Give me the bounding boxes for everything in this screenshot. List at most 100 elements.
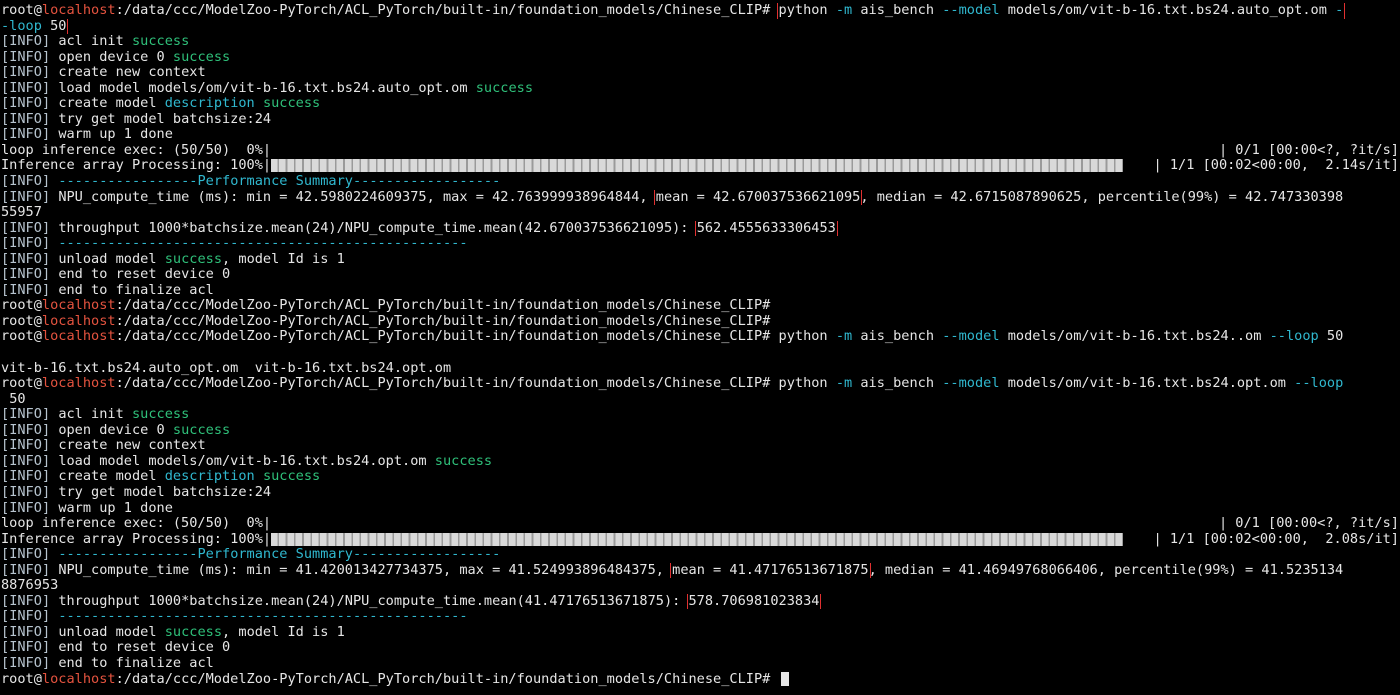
terminal-text: success — [262, 469, 321, 485]
log-line: [INFO] end to reset device 0 — [1, 640, 1399, 656]
log-line: [INFO] create model description success — [1, 469, 1399, 485]
npu-compute-time-line: [INFO] NPU_compute_time (ms): min = 42.5… — [1, 189, 1399, 206]
terminal-text: models/om/vit-b-16.txt.bs24.opt.om — [1007, 376, 1286, 392]
info-tag: [ — [1, 547, 10, 563]
terminal-text: ----------------- — [58, 547, 198, 563]
terminal-window[interactable]: root@localhost:/data/ccc/ModelZoo-PyTorc… — [1, 3, 1399, 687]
summary-divider: [INFO] ---------------------------------… — [1, 609, 1399, 625]
terminal-text: 55957 — [1, 205, 42, 221]
info-tag: [ — [1, 189, 10, 205]
info-tag: [ — [1, 593, 10, 609]
prompt-host: localhost — [41, 3, 116, 18]
terminal-text: success — [131, 407, 190, 423]
terminal-text: NPU_compute_time (ms): min = 41.42001342… — [58, 562, 664, 578]
info-tag: ] — [41, 593, 51, 609]
terminal-text: NPU_compute_time (ms): min = 42.59802246… — [58, 189, 648, 205]
info-tag: ] — [41, 127, 51, 143]
terminal-text: localhost — [41, 329, 116, 345]
terminal-text: Inference array Processing: 100%| — [1, 158, 272, 174]
info-tag: INFO — [9, 593, 42, 609]
terminal-text: open device 0 — [58, 49, 165, 65]
info-tag: [ — [1, 111, 10, 127]
highlighted-mean-run1: mean = 42.670037536621095 — [653, 189, 863, 206]
terminal-text: create model — [58, 96, 157, 112]
terminal-text: ------------------ — [352, 547, 501, 563]
terminal-text: root@ — [1, 671, 42, 687]
terminal-text: -m — [835, 329, 853, 345]
highlighted-command-run1: python -m ais_bench --model models/om/vi… — [776, 3, 1346, 19]
terminal-text: end to reset device 0 — [58, 267, 231, 283]
info-tag: INFO — [9, 438, 42, 454]
progress-line-loop: loop inference exec: (50/50) 0%| | 0/1 [0… — [1, 516, 1399, 532]
log-line: [INFO] end to reset device 0 — [1, 267, 1399, 283]
command-wrap-run3: 50 — [1, 392, 1399, 408]
terminal-text: localhost — [41, 298, 116, 314]
info-tag: INFO — [9, 80, 42, 96]
info-tag: ] — [41, 34, 51, 50]
terminal-text: :/data/ccc/ModelZoo-PyTorch/ACL_PyTorch/… — [115, 298, 771, 314]
info-tag: INFO — [9, 655, 42, 671]
npu-compute-time-wrap: 55957 — [1, 205, 1399, 221]
throughput-line: [INFO] throughput 1000*batchsize.mean(24… — [1, 220, 1399, 237]
log-line: [INFO] open device 0 success — [1, 50, 1399, 66]
terminal-text: success — [131, 34, 190, 50]
terminal-text: unload model — [58, 624, 157, 640]
terminal-text: python — [778, 376, 828, 392]
terminal-text: , median = 42.6715087890625, percentile(… — [860, 189, 1344, 205]
terminal-text: end to finalize acl — [58, 282, 214, 298]
info-tag: [ — [1, 469, 10, 485]
terminal-text: models/om/vit-b-16.txt.bs24.auto_opt.om — [1007, 3, 1327, 18]
summary-divider: [INFO] ---------------------------------… — [1, 236, 1399, 252]
info-tag: ] — [41, 500, 51, 516]
progress-bar — [271, 532, 1124, 546]
terminal-text: acl init — [58, 407, 124, 423]
terminal-text: throughput 1000*batchsize.mean(24)/NPU_c… — [58, 593, 681, 609]
terminal-text: ----------------- — [58, 174, 198, 190]
info-tag: [ — [1, 174, 10, 190]
info-tag: ] — [41, 624, 51, 640]
terminal-text: warm up 1 done — [58, 127, 173, 143]
info-tag: ] — [41, 111, 51, 127]
terminal-text: Performance Summary — [197, 547, 353, 563]
terminal-text: try get model batchsize:24 — [58, 484, 272, 500]
info-tag: INFO — [9, 407, 42, 423]
info-tag: INFO — [9, 624, 42, 640]
info-tag: [ — [1, 438, 10, 454]
info-tag: INFO — [9, 65, 42, 81]
terminal-text: acl init — [58, 34, 124, 50]
info-tag: ] — [41, 547, 51, 563]
highlighted-throughput-run1: 562.4555633306453 — [694, 220, 838, 237]
info-tag: INFO — [9, 267, 42, 283]
info-tag: INFO — [9, 282, 42, 298]
terminal-text: python — [778, 329, 828, 345]
log-line: [INFO] acl init success — [1, 407, 1399, 423]
info-tag: [ — [1, 484, 10, 500]
info-tag: [ — [1, 65, 10, 81]
terminal-text: create new context — [58, 65, 206, 81]
info-tag: [ — [1, 220, 10, 236]
info-tag: INFO — [9, 111, 42, 127]
command-line-run2: root@localhost:/data/ccc/ModelZoo-PyTorc… — [1, 329, 1399, 345]
throughput-line: [INFO] throughput 1000*batchsize.mean(24… — [1, 593, 1399, 610]
info-tag: ] — [41, 282, 51, 298]
cursor[interactable] — [780, 671, 789, 686]
prompt-path: :/data/ccc/ModelZoo-PyTorch/ACL_PyTorch/… — [115, 3, 771, 18]
terminal-text: success — [172, 49, 231, 65]
info-tag: ] — [41, 251, 51, 267]
info-tag: ] — [41, 655, 51, 671]
terminal-text: description — [164, 469, 255, 485]
progress-line-loop: loop inference exec: (50/50) 0%| | 0/1 [0… — [1, 143, 1399, 159]
terminal-text: try get model batchsize:24 — [58, 111, 272, 127]
log-line: [INFO] try get model batchsize:24 — [1, 485, 1399, 501]
info-tag: [ — [1, 500, 10, 516]
terminal-text: warm up 1 done — [58, 500, 173, 516]
tab-completions: vit-b-16.txt.bs24.auto_opt.om vit-b-16.t… — [1, 361, 1399, 377]
active-prompt-line[interactable]: root@localhost:/data/ccc/ModelZoo-PyTorc… — [1, 671, 1399, 688]
terminal-text: success — [434, 453, 493, 469]
info-tag: ] — [41, 438, 51, 454]
info-tag: INFO — [9, 422, 42, 438]
terminal-text: end to finalize acl — [58, 655, 214, 671]
terminal-text: unload model — [58, 251, 157, 267]
terminal-text: --loop — [1269, 329, 1319, 345]
